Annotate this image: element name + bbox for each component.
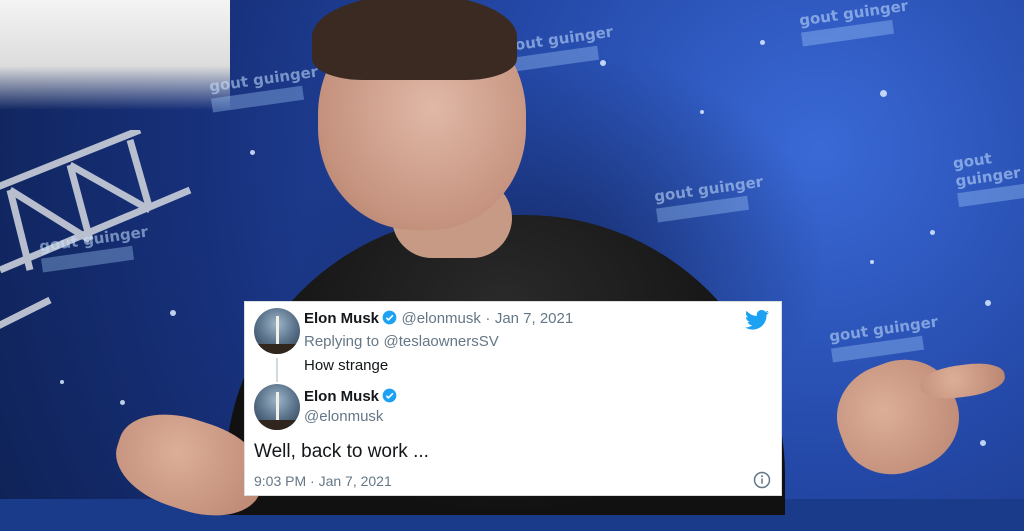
backdrop-dot [985,300,991,306]
tweet-date[interactable]: Jan 7, 2021 [495,310,573,327]
backdrop-dot [980,440,986,446]
backdrop-dot [930,230,935,235]
info-icon[interactable] [753,471,771,489]
backdrop-dot [120,400,125,405]
separator-dot: · [485,310,491,327]
replying-to-handle[interactable]: @teslaownersSV [384,333,499,350]
verified-badge-icon [382,388,397,403]
tweet-card[interactable]: Elon Musk @elonmusk · Jan 7, 2021 Replyi… [244,301,782,496]
author-name[interactable]: Elon Musk [304,310,379,327]
tweet-timestamp[interactable]: 9:03 PM · Jan 7, 2021 [254,473,392,489]
backdrop-dot [250,150,255,155]
person-hair [312,0,517,80]
replying-to-label: Replying to [304,333,380,350]
backdrop-dot [700,110,704,114]
author-handle[interactable]: @elonmusk [304,408,383,425]
thread-line [276,358,278,382]
backdrop-dot [600,60,606,66]
backdrop-dot [870,260,874,264]
tweet-text: Well, back to work ... [254,441,429,462]
verified-badge-icon [382,310,397,325]
author-avatar[interactable] [254,308,300,354]
reply-header: Elon Musk @elonmusk · Jan 7, 2021 [304,310,573,328]
author-name[interactable]: Elon Musk [304,388,379,405]
backdrop-dot [880,90,887,97]
reply-text: How strange [304,357,389,374]
author-avatar[interactable] [254,384,300,430]
replying-to-line: Replying to @teslaownersSV [304,333,499,351]
main-author-line: Elon Musk [304,388,397,406]
backdrop-dot [760,40,765,45]
backdrop-dot [60,380,64,384]
author-handle[interactable]: @elonmusk [401,310,480,327]
backdrop-dot [170,310,176,316]
stage-light [0,0,230,110]
twitter-bird-icon [745,310,769,330]
